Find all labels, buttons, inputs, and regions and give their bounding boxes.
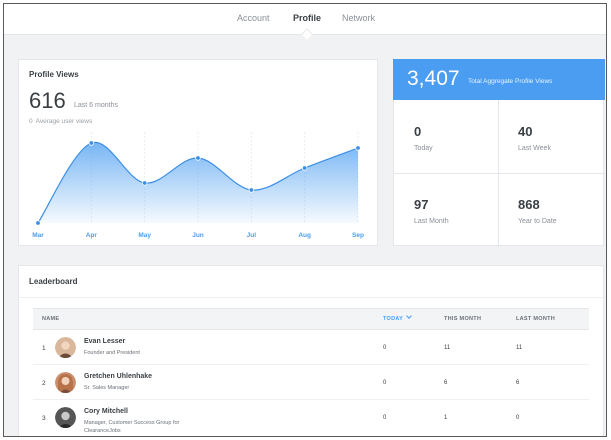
chart-point-sep[interactable] [355,145,361,151]
stat-year-to-date-value: 868 [518,197,540,212]
user-role: Sr. Sales Manager [84,385,130,391]
this-month-value: 1 [444,415,448,421]
x-tick-label: Aug [298,232,311,239]
stat-year-to-date: 868 Year to Date [518,197,557,225]
chart-point-jul[interactable] [248,187,255,193]
last-month-value: 0 [516,415,520,421]
leaderboard-table: NAME TODAY THIS MONTH LAST MONTH 1 Evan … [33,308,589,436]
user-name[interactable]: Gretchen Uhlenhake [84,373,152,380]
stat-last-month: 97 Last Month [414,197,449,225]
table-row[interactable]: 2 Gretchen Uhlenhake Sr. Sales Manager 0… [33,365,589,400]
today-value: 0 [383,380,387,386]
leaderboard-title: Leaderboard [29,277,78,286]
total-views-value: 3,407 [407,67,460,90]
stat-last-week-value: 40 [518,124,533,139]
avatar [55,407,76,428]
table-row[interactable]: 3 Cory Mitchell Manager, Customer Succes… [33,400,589,436]
profile-views-chart: Mar Apr May Jun Jul Aug Sep [32,132,364,239]
user-role: Manager, Customer Success Group for Clea… [84,420,180,434]
x-tick-label: Sep [352,232,364,239]
user-name[interactable]: Cory Mitchell [84,408,128,415]
profile-views-card: Profile Views 616 Last 6 months 0 Average… [18,59,378,246]
tab-profile[interactable]: Profile [293,13,321,23]
x-tick-label: Jul [247,232,257,239]
column-this-month[interactable]: THIS MONTH [444,316,481,322]
stat-today: 0 Today [414,124,433,152]
chevron-down-icon [406,313,412,319]
total-views-banner: 3,407 Total Aggregate Profile Views [393,59,605,100]
top-nav: Account Profile Network [4,4,606,40]
rank: 2 [42,380,46,387]
chart-area-fill [38,142,358,223]
user-role: Founder and President [84,350,140,356]
rank: 1 [42,345,46,352]
stat-today-value: 0 [414,124,422,139]
x-tick-label: May [138,232,151,239]
chart-point-jun[interactable] [195,155,201,161]
last-month-value: 11 [516,345,523,351]
table-row[interactable]: 1 Evan Lesser Founder and President 0 11… [33,330,589,365]
this-month-value: 6 [444,380,448,386]
avatar [55,337,76,358]
chart-point-may[interactable] [141,180,148,186]
column-last-month[interactable]: LAST MONTH [516,316,555,322]
tab-account[interactable]: Account [237,13,270,23]
tab-network[interactable]: Network [342,13,375,23]
stat-last-month-value: 97 [414,197,429,212]
x-tick-label: Jun [192,232,204,239]
leaderboard-divider [19,297,603,298]
stat-today-label: Today [414,145,433,152]
stats-divider-horizontal [394,173,605,174]
stat-last-week-label: Last Week [518,145,551,152]
chart-point-apr[interactable] [88,140,95,146]
stats-panel: 3,407 Total Aggregate Profile Views 0 To… [393,59,605,247]
today-value: 0 [383,345,387,351]
chart-point-aug[interactable] [301,165,308,171]
user-name[interactable]: Evan Lesser [84,338,125,345]
table-header: NAME TODAY THIS MONTH LAST MONTH [33,308,589,330]
avatar [55,372,76,393]
total-views-label: Total Aggregate Profile Views [468,78,553,85]
stat-last-week: 40 Last Week [518,124,551,152]
chart-point-mar[interactable] [35,220,41,226]
app-window: Account Profile Network Profile Views 61… [3,3,607,437]
column-today-label: TODAY [383,316,404,322]
x-tick-label: Apr [86,232,98,239]
stat-last-month-label: Last Month [414,218,449,225]
column-name: NAME [42,316,60,322]
last-month-value: 6 [516,380,520,386]
today-value: 0 [383,415,387,421]
this-month-value: 11 [444,345,451,351]
rank: 3 [42,415,46,422]
x-tick-label: Mar [32,232,44,239]
stat-year-to-date-label: Year to Date [518,218,557,225]
column-today[interactable]: TODAY [383,313,412,322]
active-tab-indicator [301,28,313,40]
leaderboard-card: Leaderboard NAME TODAY THIS MONTH LAST M… [18,265,604,436]
